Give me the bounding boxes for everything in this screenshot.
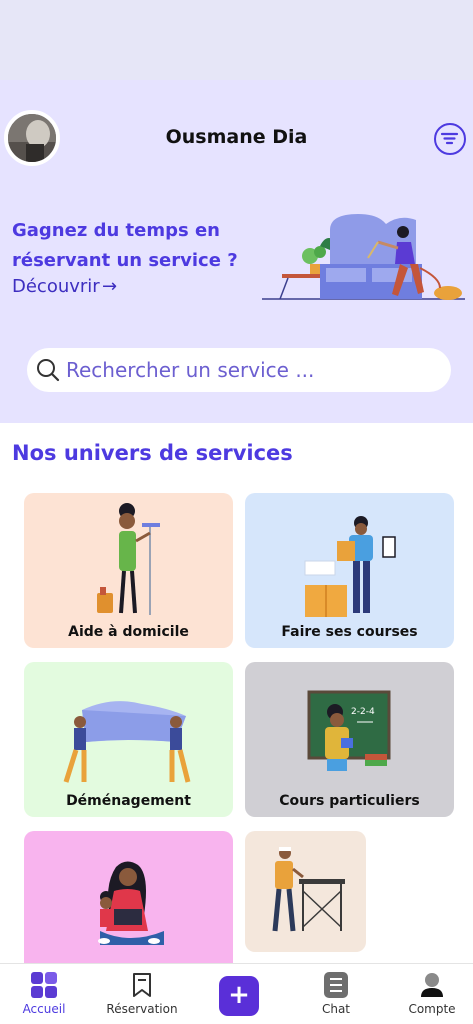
chat-icon bbox=[324, 972, 348, 998]
tab-chat[interactable]: Chat bbox=[300, 964, 372, 1024]
service-card-cours-particuliers[interactable]: 2-2-4 Cours particuliers bbox=[245, 662, 454, 817]
svg-text:2-2-4: 2-2-4 bbox=[351, 707, 375, 717]
tab-label: Compte bbox=[408, 1002, 456, 1016]
add-button[interactable]: + bbox=[219, 976, 259, 1016]
service-card-bricolage[interactable] bbox=[245, 831, 366, 952]
childcare-illustration bbox=[98, 861, 164, 945]
service-card-demenagement[interactable]: Déménagement bbox=[24, 662, 233, 817]
cleaning-illustration bbox=[262, 214, 465, 300]
search-input[interactable] bbox=[66, 348, 436, 392]
tab-label: Chat bbox=[321, 1002, 351, 1016]
arrow-right-icon[interactable]: → bbox=[102, 276, 117, 297]
search-icon bbox=[37, 359, 60, 382]
service-card-label: Aide à domicile bbox=[68, 624, 189, 640]
user-name: Ousmane Dia bbox=[165, 126, 308, 148]
service-card-garde-enfants[interactable] bbox=[24, 831, 233, 963]
filter-icon bbox=[440, 132, 459, 145]
tab-label: Accueil bbox=[22, 1002, 66, 1016]
service-card-label: Déménagement bbox=[66, 793, 191, 809]
service-card-label: Faire ses courses bbox=[281, 624, 418, 640]
grid-icon bbox=[31, 972, 57, 998]
hero-section: Ousmane Dia Gagnez du temps en réservant… bbox=[0, 80, 473, 423]
tab-accueil[interactable]: Accueil bbox=[8, 964, 80, 1024]
status-bar bbox=[0, 0, 473, 80]
tab-reservation[interactable]: Réservation bbox=[100, 964, 184, 1024]
handyman-illustration bbox=[272, 847, 345, 932]
search-bar[interactable] bbox=[27, 348, 451, 392]
section-title: Nos univers de services bbox=[12, 441, 293, 465]
bookmark-icon bbox=[133, 973, 151, 997]
tab-label: Réservation bbox=[106, 1002, 178, 1016]
service-card-faire-ses-courses[interactable]: Faire ses courses bbox=[245, 493, 454, 648]
user-icon bbox=[421, 973, 443, 997]
promo-title: Gagnez du temps en réservant un service … bbox=[12, 220, 238, 271]
tab-compte[interactable]: Compte bbox=[396, 964, 468, 1024]
service-card-label: Cours particuliers bbox=[279, 793, 420, 809]
discover-link[interactable]: Découvrir bbox=[12, 276, 100, 297]
service-card-aide-a-domicile[interactable]: Aide à domicile bbox=[24, 493, 233, 648]
filter-button[interactable] bbox=[434, 123, 466, 155]
plus-icon: + bbox=[228, 980, 250, 1010]
